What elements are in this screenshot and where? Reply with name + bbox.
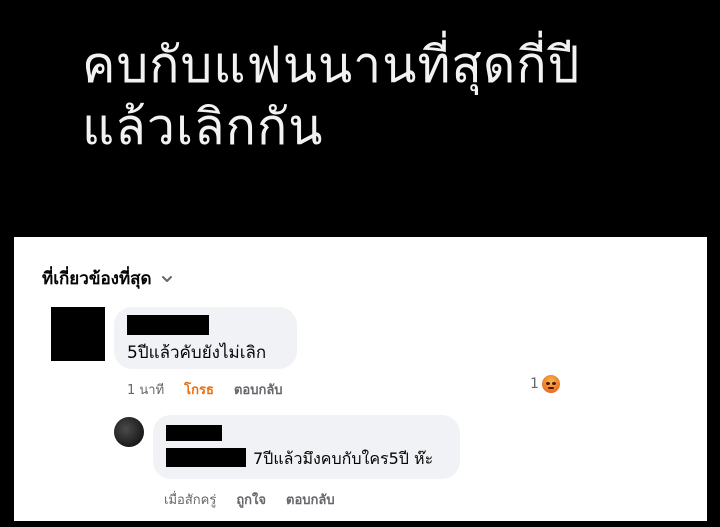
reply-time[interactable]: เมื่อสักครู่ — [164, 489, 216, 510]
redacted-author-name — [166, 425, 222, 441]
like-button[interactable]: ถูกใจ — [236, 489, 266, 510]
avatar[interactable] — [51, 307, 105, 361]
reply-avatar[interactable] — [114, 417, 144, 447]
chevron-down-icon — [161, 275, 172, 282]
comment-actions: 1 นาที โกรธ ตอบกลับ — [127, 379, 283, 400]
comment-text: 5ปีแล้วคับยังไม่เลิก — [127, 343, 267, 363]
reaction-summary[interactable]: 1 — [530, 375, 560, 393]
reply-text: 7ปีแล้วมึงคบกับใคร5ปี ห๊ะ — [253, 449, 434, 468]
reply-bubble: 7ปีแล้วมึงคบกับใคร5ปี ห๊ะ — [153, 415, 460, 479]
reply-actions: เมื่อสักครู่ ถูกใจ ตอบกลับ — [164, 489, 335, 510]
redacted-author-name — [127, 315, 209, 335]
comment-bubble: 5ปีแล้วคับยังไม่เลิก — [114, 307, 297, 369]
reaction-count: 1 — [530, 376, 539, 392]
angry-emoji-icon — [541, 375, 560, 393]
post-title: คบกับแฟนนานที่สุดกี่ปี แล้วเลิกกัน — [82, 34, 702, 158]
redacted-mention — [166, 448, 246, 467]
comment-time[interactable]: 1 นาที — [127, 379, 164, 400]
reply-button[interactable]: ตอบกลับ — [286, 489, 335, 510]
post-title-line-2: แล้วเลิกกัน — [82, 98, 324, 156]
sort-selector[interactable]: ที่เกี่ยวข้องที่สุด — [42, 265, 174, 292]
post-title-line-1: คบกับแฟนนานที่สุดกี่ปี — [82, 36, 581, 94]
sort-label: ที่เกี่ยวข้องที่สุด — [42, 269, 152, 289]
reply-button[interactable]: ตอบกลับ — [234, 379, 283, 400]
comments-panel: ที่เกี่ยวข้องที่สุด 5ปีแล้วคับยังไม่เลิก… — [14, 237, 707, 521]
reaction-button[interactable]: โกรธ — [184, 379, 214, 400]
